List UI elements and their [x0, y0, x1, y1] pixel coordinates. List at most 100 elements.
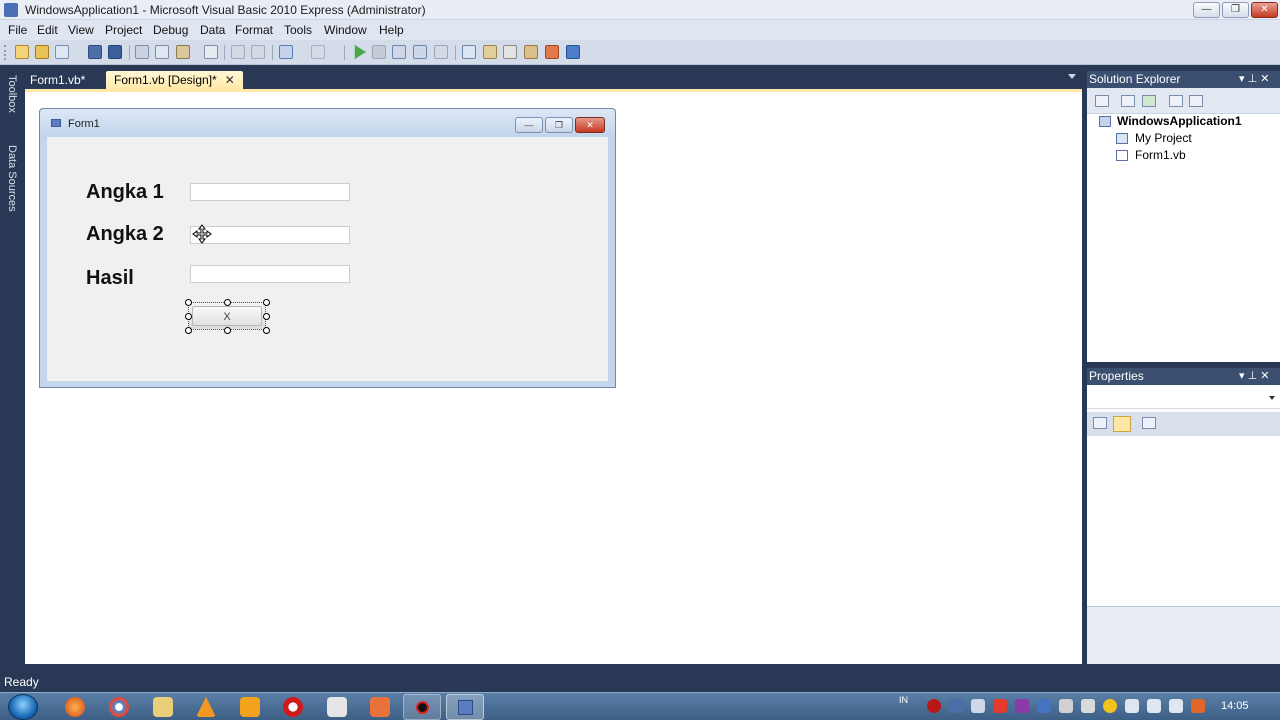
- calculator-icon[interactable]: [327, 697, 347, 717]
- show-all-files-icon[interactable]: [1095, 95, 1109, 107]
- view-code-icon[interactable]: [1169, 95, 1183, 107]
- copy-icon[interactable]: [155, 45, 169, 59]
- vlc-icon[interactable]: [196, 697, 216, 717]
- textbox-angka2[interactable]: [190, 226, 350, 244]
- tray-onenote-icon[interactable]: [1015, 699, 1029, 713]
- start-page-icon[interactable]: [566, 45, 580, 59]
- form-close-button[interactable]: ✕: [575, 117, 605, 133]
- resize-handle[interactable]: [185, 327, 192, 334]
- solution-explorer-icon[interactable]: [462, 45, 476, 59]
- minimize-button[interactable]: —: [1193, 2, 1220, 18]
- menu-project[interactable]: Project: [105, 23, 142, 37]
- properties-icon[interactable]: [1121, 95, 1135, 107]
- paste-icon[interactable]: [176, 45, 190, 59]
- taskbar-visual-basic-button[interactable]: [446, 694, 484, 720]
- find-icon[interactable]: [204, 45, 218, 59]
- cut-icon[interactable]: [135, 45, 149, 59]
- view-designer-icon[interactable]: [1189, 95, 1203, 107]
- resize-handle[interactable]: [263, 313, 270, 320]
- tab-form1-code[interactable]: Form1.vb*: [22, 71, 93, 90]
- firefox-icon[interactable]: [65, 697, 85, 717]
- start-debugging-icon[interactable]: [354, 45, 366, 59]
- menu-data[interactable]: Data: [200, 23, 225, 37]
- toolbox-icon[interactable]: [503, 45, 517, 59]
- file-explorer-icon[interactable]: [153, 697, 173, 717]
- start-button-icon[interactable]: [8, 694, 38, 720]
- open-file-icon[interactable]: [35, 45, 49, 59]
- step-out-icon[interactable]: [434, 45, 448, 59]
- tab-form1-design[interactable]: Form1.vb [Design]* ✕: [106, 71, 243, 90]
- panel-pin-controls[interactable]: ▾ ⊥ ✕: [1239, 369, 1269, 382]
- form-client-area[interactable]: Angka 1 Angka 2 Hasil X: [47, 137, 608, 381]
- resize-handle[interactable]: [185, 313, 192, 320]
- object-selector-dropdown[interactable]: [1087, 387, 1280, 409]
- button-x[interactable]: X: [188, 302, 266, 330]
- tray-record-icon[interactable]: [927, 699, 941, 713]
- textbox-angka1[interactable]: [190, 183, 350, 201]
- label-angka1[interactable]: Angka 1: [86, 181, 164, 204]
- redo-icon[interactable]: [311, 45, 325, 59]
- resize-handle[interactable]: [224, 299, 231, 306]
- form1-window[interactable]: Form1 — ❐ ✕ Angka 1 Angka 2 Hasil X: [39, 108, 616, 388]
- action-center-flag-icon[interactable]: [1169, 699, 1183, 713]
- categorized-icon[interactable]: [1093, 417, 1107, 429]
- resize-handle[interactable]: [263, 327, 270, 334]
- save-all-icon[interactable]: [108, 45, 122, 59]
- form-minimize-button[interactable]: —: [515, 117, 543, 133]
- menu-window[interactable]: Window: [324, 23, 367, 37]
- tray-sun-icon[interactable]: [1103, 699, 1117, 713]
- menu-tools[interactable]: Tools: [284, 23, 312, 37]
- menu-help[interactable]: Help: [379, 23, 404, 37]
- close-tab-icon[interactable]: ✕: [225, 73, 235, 87]
- taskbar-recorder-button[interactable]: [403, 694, 441, 720]
- tray-network-icon[interactable]: [971, 699, 985, 713]
- save-icon[interactable]: [88, 45, 102, 59]
- data-sources-tab[interactable]: Data Sources: [2, 145, 18, 212]
- clock[interactable]: 14:05: [1221, 700, 1249, 712]
- panel-pin-controls[interactable]: ▾ ⊥ ✕: [1239, 72, 1269, 85]
- menu-format[interactable]: Format: [235, 23, 273, 37]
- form-designer-surface[interactable]: Form1 — ❐ ✕ Angka 1 Angka 2 Hasil X: [25, 89, 1082, 664]
- form-restore-button[interactable]: ❐: [545, 117, 573, 133]
- step-into-icon[interactable]: [392, 45, 406, 59]
- menu-edit[interactable]: Edit: [37, 23, 58, 37]
- properties-window-icon[interactable]: [483, 45, 497, 59]
- step-over-icon[interactable]: [413, 45, 427, 59]
- resize-handle[interactable]: [185, 299, 192, 306]
- resize-handle[interactable]: [224, 327, 231, 334]
- tray-shield-icon[interactable]: [993, 699, 1007, 713]
- menu-debug[interactable]: Debug: [153, 23, 188, 37]
- error-list-icon[interactable]: [545, 45, 559, 59]
- opera-icon[interactable]: [283, 697, 303, 717]
- stop-debugging-icon[interactable]: [372, 45, 386, 59]
- tray-app-icon[interactable]: [949, 699, 963, 713]
- new-project-icon[interactable]: [15, 45, 29, 59]
- add-item-icon[interactable]: [55, 45, 69, 59]
- tree-item-form1[interactable]: Form1.vb: [1135, 148, 1186, 162]
- menu-view[interactable]: View: [68, 23, 94, 37]
- object-browser-icon[interactable]: [524, 45, 538, 59]
- paint-icon[interactable]: [370, 697, 390, 717]
- property-pages-icon[interactable]: [1142, 417, 1156, 429]
- speaker-icon[interactable]: [1125, 699, 1139, 713]
- tray-update-icon[interactable]: [1191, 699, 1205, 713]
- tray-usb-icon[interactable]: [1059, 699, 1073, 713]
- media-player-icon[interactable]: [240, 697, 260, 717]
- uncomment-icon[interactable]: [251, 45, 265, 59]
- undo-icon[interactable]: [279, 45, 293, 59]
- toolbox-tab[interactable]: Toolbox: [2, 75, 18, 113]
- network-signal-icon[interactable]: [1147, 699, 1161, 713]
- restore-button[interactable]: ❐: [1222, 2, 1249, 18]
- textbox-hasil[interactable]: [190, 265, 350, 283]
- tab-dropdown-icon[interactable]: [1068, 74, 1076, 79]
- menu-file[interactable]: File: [8, 23, 27, 37]
- label-hasil[interactable]: Hasil: [86, 267, 134, 290]
- tray-tools-icon[interactable]: [1037, 699, 1051, 713]
- alphabetical-sort-icon[interactable]: [1113, 416, 1131, 432]
- refresh-icon[interactable]: [1142, 95, 1156, 107]
- close-button[interactable]: ✕: [1251, 2, 1278, 18]
- toolbar-grip[interactable]: [4, 45, 7, 60]
- chrome-icon[interactable]: [109, 697, 129, 717]
- tree-item-my-project[interactable]: My Project: [1135, 131, 1192, 145]
- language-indicator[interactable]: IN: [899, 695, 908, 705]
